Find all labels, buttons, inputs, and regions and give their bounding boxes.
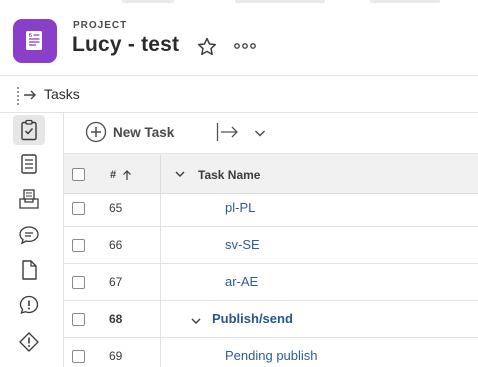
sort-ascending-icon (123, 170, 132, 180)
task-number: 65 (109, 201, 123, 215)
column-divider (160, 154, 161, 195)
project-title: Lucy - test (72, 33, 180, 56)
row-checkbox[interactable] (72, 313, 85, 326)
collapse-all-chevron-icon[interactable] (174, 167, 186, 179)
new-task-label: New Task (113, 124, 175, 140)
row-checkbox[interactable] (72, 276, 85, 289)
column-divider (160, 338, 161, 367)
table-row[interactable]: 66 sv-SE (64, 227, 478, 264)
tasks-icon (21, 119, 37, 141)
column-divider (160, 227, 161, 263)
column-divider (160, 264, 161, 300)
rail-item-tasks[interactable] (13, 115, 45, 145)
inbox-icon (19, 189, 39, 209)
column-divider (160, 301, 161, 337)
column-divider (160, 194, 161, 226)
table-header: # Task Name (64, 153, 478, 195)
column-header-number[interactable]: # (110, 169, 133, 181)
export-icon[interactable] (216, 122, 240, 142)
rail-item-documents[interactable] (13, 149, 45, 179)
collapse-chevron-icon[interactable] (190, 314, 202, 326)
document-icon (21, 154, 37, 174)
task-name-link[interactable]: sv-SE (225, 237, 260, 252)
task-rows: 65 pl-PL 66 sv-SE 67 ar-AE 68 Publish/se… (64, 194, 478, 367)
task-name-link[interactable]: pl-PL (225, 200, 255, 215)
section-breadcrumb: Tasks (0, 75, 478, 113)
risk-icon (19, 332, 39, 352)
favorite-star-icon[interactable] (195, 35, 219, 59)
file-icon (22, 260, 37, 280)
issue-icon (19, 295, 39, 315)
plus-circle-icon (85, 121, 107, 143)
rail-item-files[interactable] (13, 255, 45, 285)
row-checkbox[interactable] (72, 350, 85, 363)
rail-item-issues[interactable] (13, 290, 45, 320)
table-row[interactable]: 68 Publish/send (64, 301, 478, 338)
project-header: PROJECT Lucy - test (0, 0, 478, 75)
rail-item-updates[interactable] (13, 220, 45, 250)
more-options-icon[interactable] (232, 37, 258, 55)
table-row[interactable]: 65 pl-PL (64, 194, 478, 227)
task-number: 68 (109, 312, 123, 326)
column-header-task-name[interactable]: Task Name (198, 168, 260, 182)
task-number: 67 (109, 275, 123, 289)
task-name-link[interactable]: ar-AE (225, 274, 258, 289)
project-type-label: PROJECT (73, 20, 128, 31)
tasks-toolbar: New Task (64, 113, 478, 153)
new-task-button[interactable]: New Task (85, 121, 174, 143)
project-document-icon (13, 19, 57, 63)
tasks-panel: New Task # Task Name 65 pl-PL 66 sv-SE 6… (63, 113, 478, 367)
row-checkbox[interactable] (72, 239, 85, 252)
row-checkbox[interactable] (72, 202, 85, 215)
task-name-link[interactable]: Publish/send (212, 311, 293, 326)
select-all-checkbox[interactable] (72, 168, 85, 181)
table-row[interactable]: 69 Pending publish (64, 338, 478, 367)
tasks-list-icon[interactable] (16, 85, 38, 105)
rail-item-inbox[interactable] (13, 184, 45, 214)
task-number: 66 (109, 238, 123, 252)
column-number-label: # (110, 169, 117, 181)
task-number: 69 (109, 349, 123, 363)
section-title: Tasks (44, 86, 80, 102)
left-nav-rail (0, 113, 62, 367)
rail-item-risks[interactable] (13, 327, 45, 357)
chevron-down-icon[interactable] (253, 126, 267, 140)
task-name-link[interactable]: Pending publish (225, 348, 318, 363)
comment-icon (19, 226, 39, 245)
table-row[interactable]: 67 ar-AE (64, 264, 478, 301)
